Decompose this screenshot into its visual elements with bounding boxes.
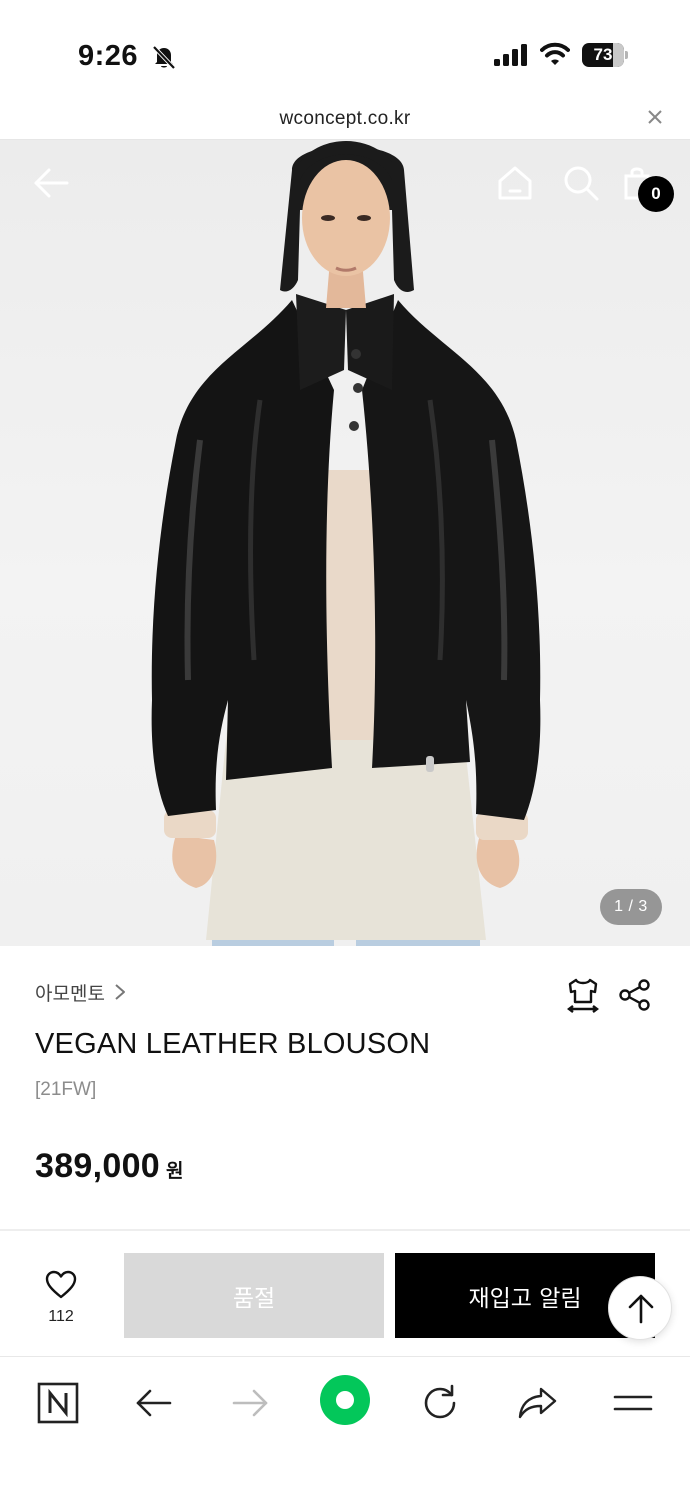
status-bar: 9:26 73 — [0, 0, 690, 100]
heart-icon[interactable] — [45, 1270, 77, 1300]
bell-slash-icon — [152, 45, 176, 70]
back-arrow-icon[interactable] — [32, 166, 70, 200]
green-dot-icon[interactable] — [319, 1374, 371, 1426]
share-icon[interactable] — [618, 978, 652, 1012]
cart-count-badge[interactable]: 0 — [638, 176, 674, 212]
forward-icon[interactable] — [226, 1379, 274, 1427]
close-icon[interactable] — [646, 108, 664, 126]
share-icon[interactable] — [513, 1379, 561, 1427]
product-title: VEGAN LEATHER BLOUSON — [35, 1028, 431, 1060]
battery-body: 73 — [582, 43, 624, 67]
wifi-icon — [540, 42, 570, 65]
chevron-right-icon — [115, 984, 125, 1000]
wishlist-button[interactable]: 112 — [30, 1266, 92, 1332]
home-icon[interactable] — [496, 164, 534, 202]
battery-icon: 73 — [582, 43, 628, 67]
url-bar[interactable]: wconcept.co.kr — [0, 100, 690, 140]
browser-toolbar — [0, 1356, 690, 1500]
product-photo — [151, 141, 541, 946]
search-icon[interactable] — [562, 164, 600, 202]
back-icon[interactable] — [130, 1379, 178, 1427]
status-time: 9:26 — [78, 40, 139, 72]
battery-level: 73 — [593, 45, 613, 64]
sold-out-button[interactable]: 품절 — [124, 1253, 384, 1338]
section-divider — [0, 1229, 690, 1231]
brand-name[interactable]: 아모멘토 — [35, 979, 105, 1006]
battery-tip — [625, 51, 628, 59]
menu-icon[interactable] — [609, 1379, 657, 1427]
brand-link[interactable]: 아모멘토 — [35, 978, 127, 1006]
wishlist-count: 112 — [48, 1308, 74, 1325]
product-season: [21FW] — [35, 1079, 97, 1100]
reload-icon[interactable] — [416, 1379, 464, 1427]
naver-n-icon[interactable] — [34, 1379, 82, 1427]
product-image-carousel[interactable]: 0 1 / 3 — [0, 140, 690, 946]
size-guide-icon[interactable] — [565, 976, 601, 1014]
url-text[interactable]: wconcept.co.kr — [0, 108, 690, 130]
image-page-indicator: 1 / 3 — [600, 889, 662, 925]
arrow-up-icon — [628, 1294, 654, 1324]
price: 389,000 원 — [35, 1147, 184, 1186]
price-currency: 원 — [166, 1160, 184, 1182]
price-value: 389,000 — [35, 1147, 161, 1185]
signal-icon — [494, 44, 527, 66]
scroll-top-button[interactable] — [608, 1276, 672, 1340]
